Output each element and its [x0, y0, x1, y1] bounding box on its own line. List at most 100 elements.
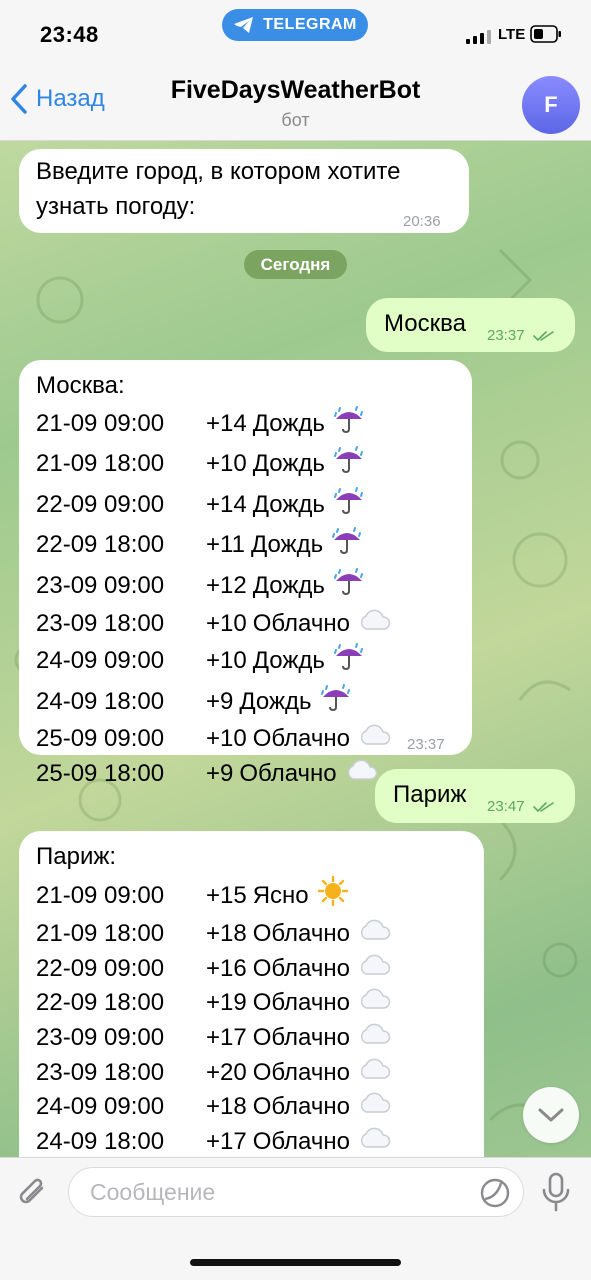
forecast-row: 22-09 18:00 +19 Облачно	[36, 986, 392, 1021]
forecast-condition: Дождь	[252, 409, 325, 437]
forecast-condition: Облачно	[252, 1058, 350, 1086]
forecast-datetime: 21-09 18:00	[36, 920, 165, 948]
forecast-condition: Облачно	[252, 1093, 350, 1121]
cloud-icon	[358, 1021, 392, 1056]
forecast-row: 25-09 09:00 +10 Облачно	[36, 722, 392, 757]
forecast-temp: +17	[206, 1127, 247, 1155]
cloud-icon	[358, 986, 392, 1021]
forecast-condition: Облачно	[252, 725, 350, 753]
message-time: 20:36	[403, 213, 441, 230]
forecast-row: 25-09 18:00 +9 Облачно	[36, 757, 392, 792]
cloud-icon	[358, 952, 392, 987]
cloud-icon	[358, 607, 392, 642]
cloud-icon	[358, 1090, 392, 1125]
message-input[interactable]	[88, 1178, 472, 1207]
forecast-condition: Дождь	[250, 531, 324, 559]
forecast-temp: +18	[206, 1093, 247, 1121]
double-check-icon	[532, 331, 554, 342]
forecast-condition: Облачно	[239, 759, 337, 787]
forecast-datetime: 25-09 09:00	[36, 725, 165, 753]
chat-title[interactable]: FiveDaysWeatherBot	[0, 76, 591, 105]
telegram-app-pill[interactable]: TELEGRAM	[222, 9, 368, 41]
avatar[interactable]: F	[522, 76, 580, 134]
message-time-value: 23:37	[487, 327, 525, 344]
forecast-condition: Облачно	[252, 920, 350, 948]
telegram-plane-icon	[234, 17, 254, 33]
chevron-down-icon	[538, 1108, 564, 1122]
chat-header: Назад FiveDaysWeatherBot бот F	[0, 66, 591, 141]
forecast-temp: +14	[206, 490, 247, 518]
cloud-icon	[345, 757, 379, 792]
forecast-row: 23-09 18:00 +20 Облачно	[36, 1056, 392, 1091]
forecast-row: 23-09 09:00 +12 Дождь	[36, 566, 392, 607]
forecast-row: 24-09 09:00 +18 Облачно	[36, 1090, 392, 1125]
message-text-line: Введите город, в котором хотите	[36, 158, 401, 185]
umbrella-rain-icon	[333, 444, 365, 485]
forecast-datetime: 22-09 09:00	[36, 954, 165, 982]
forecast-temp: +10	[206, 450, 247, 478]
forecast-condition: Облачно	[252, 954, 350, 982]
forecast-condition: Дождь	[239, 687, 312, 715]
microphone-icon[interactable]	[540, 1172, 572, 1212]
message-time: 23:47	[487, 790, 555, 825]
umbrella-rain-icon	[333, 485, 365, 526]
scroll-down-button[interactable]	[523, 1087, 579, 1143]
umbrella-rain-icon	[320, 682, 352, 723]
forecast-temp: +15	[206, 881, 247, 909]
paris-forecast-message: Париж: 21-09 09:00 +15 Ясно 21-09 18:00 +18 О…	[19, 831, 484, 1191]
umbrella-rain-icon	[333, 566, 365, 607]
forecast-datetime: 22-09 18:00	[36, 531, 165, 559]
message-field[interactable]	[68, 1167, 524, 1217]
forecast-condition: Облачно	[252, 1127, 350, 1155]
forecast-datetime: 23-09 09:00	[36, 571, 165, 599]
forecast-row: 24-09 18:00 +9 Дождь	[36, 682, 392, 723]
forecast-datetime: 23-09 09:00	[36, 1023, 165, 1051]
forecast-temp: +12	[206, 571, 247, 599]
forecast-temp: +19	[206, 989, 247, 1017]
forecast-datetime: 25-09 18:00	[36, 759, 165, 787]
forecast-temp: +10	[206, 609, 247, 637]
forecast-temp: +18	[206, 920, 247, 948]
message-time-value: 23:47	[487, 798, 525, 815]
forecast-row: 22-09 18:00 +11 Дождь	[36, 525, 392, 566]
forecast-row: 22-09 09:00 +14 Дождь	[36, 485, 392, 526]
battery-icon	[530, 25, 561, 43]
forecast-row: 23-09 09:00 +17 Облачно	[36, 1021, 392, 1056]
cloud-icon	[358, 1056, 392, 1091]
status-bar: 23:48 TELEGRAM LTE	[0, 0, 591, 66]
sticker-icon[interactable]	[479, 1177, 511, 1209]
chat-subtitle: бот	[281, 110, 310, 130]
forecast-datetime: 22-09 09:00	[36, 490, 165, 518]
forecast-temp: +9	[206, 687, 234, 715]
umbrella-rain-icon	[331, 525, 363, 566]
forecast-condition: Облачно	[252, 1023, 350, 1051]
cloud-icon	[358, 722, 392, 757]
forecast-temp: +9	[206, 759, 234, 787]
telegram-pill-label: TELEGRAM	[263, 16, 357, 33]
forecast-condition: Ясно	[252, 881, 309, 909]
forecast-temp: +14	[206, 409, 247, 437]
forecast-condition: Облачно	[252, 989, 350, 1017]
forecast-datetime: 22-09 18:00	[36, 989, 165, 1017]
message-text: Москва	[384, 310, 466, 337]
forecast-temp: +16	[206, 954, 247, 982]
forecast-datetime: 21-09 09:00	[36, 409, 165, 437]
forecast-row: 24-09 18:00 +17 Облачно	[36, 1125, 392, 1160]
forecast-condition: Дождь	[252, 647, 325, 675]
paperclip-icon[interactable]	[14, 1174, 52, 1212]
user-message-paris: Париж 23:47	[375, 769, 575, 823]
forecast-row: 21-09 18:00 +18 Облачно	[36, 917, 392, 952]
forecast-temp: +20	[206, 1058, 247, 1086]
forecast-condition: Облачно	[252, 609, 350, 637]
message-time: 23:37	[407, 736, 445, 753]
home-indicator	[190, 1259, 401, 1266]
forecast-datetime: 23-09 18:00	[36, 1058, 165, 1086]
forecast-temp: +11	[206, 531, 245, 559]
forecast-datetime: 23-09 18:00	[36, 609, 165, 637]
forecast-datetime: 24-09 09:00	[36, 1093, 165, 1121]
forecast-city: Париж:	[36, 843, 117, 870]
forecast-temp: +10	[206, 647, 247, 675]
forecast-datetime: 24-09 18:00	[36, 687, 165, 715]
forecast-datetime: 24-09 09:00	[36, 647, 165, 675]
umbrella-rain-icon	[333, 641, 365, 682]
